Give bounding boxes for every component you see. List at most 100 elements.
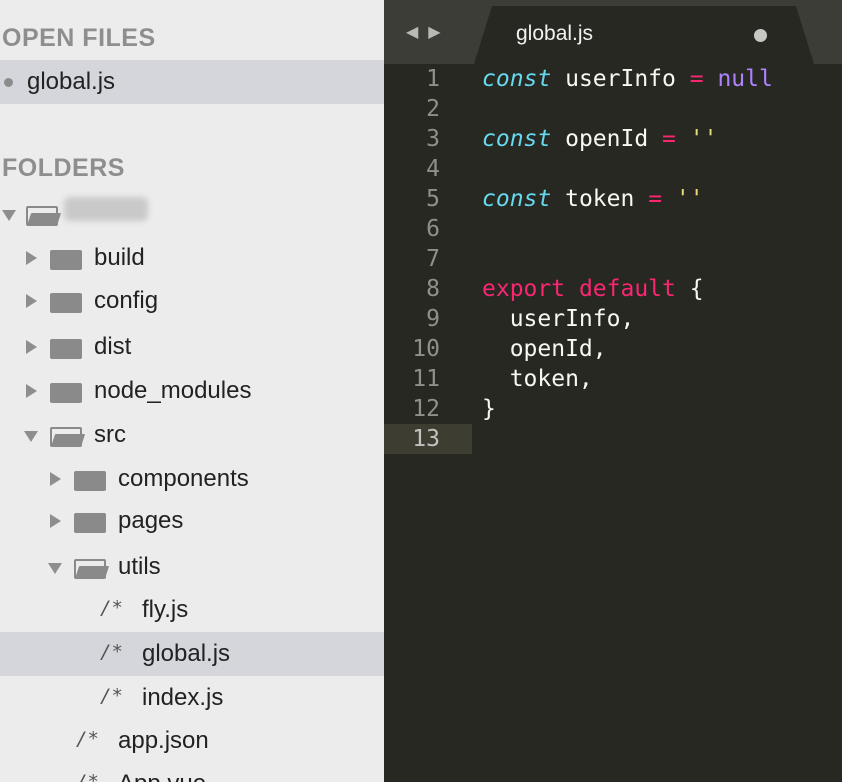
tree-folder-dist[interactable]: dist [0,325,384,369]
folder-icon [50,335,82,359]
code-text: } [482,396,496,422]
folder-open-icon [50,423,86,447]
line-number: 6 [426,216,440,242]
tree-label: App.vue [118,770,206,782]
code-line-current: 13 [384,424,842,454]
tab-label[interactable]: global.js [516,22,593,46]
open-file-label: global.js [27,68,116,95]
tree-label: pages [118,507,184,534]
tree-label: utils [118,553,161,580]
line-number: 2 [426,96,440,122]
disclosure-open-icon[interactable] [2,210,16,221]
disclosure-closed-icon[interactable] [50,514,61,528]
tree-file-app-json[interactable]: /* app.json [0,719,384,763]
disclosure-closed-icon[interactable] [26,251,37,265]
code-line: 9 userInfo, [384,304,842,334]
code-line: 5 const token = '' [384,184,842,214]
code-token: const [482,186,552,212]
tree-folder-node-modules[interactable]: node_modules [0,369,384,413]
tree-label: src [94,421,126,448]
line-number: 3 [426,126,440,152]
disclosure-open-icon[interactable] [24,431,38,442]
tree-folder-pages[interactable]: pages [0,499,384,543]
code-line: 1 const userInfo = null [384,64,842,94]
tree-label: index.js [142,684,224,711]
line-number: 13 [412,426,440,452]
code-text: openId, [482,336,607,362]
folders-title: FOLDERS [2,154,125,182]
folder-open-icon [74,555,110,579]
code-token: const [482,66,552,92]
tree-file-global[interactable]: /* global.js [0,632,384,676]
disclosure-open-icon[interactable] [48,563,62,574]
folder-icon [74,467,106,491]
code-token: default [565,276,676,302]
code-token: = [662,126,676,152]
code-token: token [551,186,649,212]
tree-label: global.js [142,640,231,667]
code-line: 11 token, [384,364,842,394]
tree-folder-root[interactable] [0,192,384,236]
code-token: { [675,276,704,302]
tree-file-app-vue[interactable]: /* App.vue [0,762,384,782]
tree-folder-build[interactable]: build [0,236,384,280]
code-line: 10 openId, [384,334,842,364]
js-file-icon: /* [100,641,123,663]
code-token: const [482,126,552,152]
disclosure-closed-icon[interactable] [50,472,61,486]
code-text: token, [482,366,593,392]
tree-folder-src[interactable]: src [0,413,384,457]
code-line: 3 const openId = '' [384,124,842,154]
folder-icon [74,509,106,533]
line-number: 8 [426,276,440,302]
disclosure-closed-icon[interactable] [26,340,37,354]
folder-icon [50,379,82,403]
code-token: '' [675,126,718,152]
tree-label: dist [94,333,132,360]
tree-file-fly[interactable]: /* fly.js [0,588,384,632]
tree-folder-config[interactable]: config [0,279,384,323]
code-line: 7 [384,244,842,274]
unsaved-dot-icon[interactable] [754,29,767,42]
line-number: 12 [412,396,440,422]
line-number: 4 [426,156,440,182]
open-file-dot-icon [4,78,13,87]
tree-folder-utils[interactable]: utils [0,545,384,589]
disclosure-closed-icon[interactable] [26,294,37,308]
json-file-icon: /* [76,728,99,750]
js-file-icon: /* [100,685,123,707]
code-line: 12 } [384,394,842,424]
js-file-icon: /* [100,597,123,619]
tree-file-index[interactable]: /* index.js [0,676,384,720]
line-number: 7 [426,246,440,272]
sidebar: OPEN FILES global.js FOLDERS build confi… [0,0,384,782]
disclosure-closed-icon[interactable] [26,384,37,398]
code-token: = [689,66,704,92]
open-file-item[interactable]: global.js [0,60,384,104]
code-token: export [482,276,566,302]
tab-nav-arrows-icon[interactable]: ◀▶ [406,22,451,42]
code-token: openId [551,126,663,152]
tree-label: fly.js [142,596,189,623]
line-number: 1 [426,66,440,92]
code-line: 6 [384,214,842,244]
open-files-title: OPEN FILES [2,24,156,52]
code-line: 4 [384,154,842,184]
tree-folder-components[interactable]: components [0,457,384,501]
tree-label: build [94,244,145,271]
code-token: userInfo [551,66,690,92]
line-number: 10 [412,336,440,362]
folder-icon [50,246,82,270]
redacted-folder-name [64,197,148,221]
tree-label: config [94,287,159,314]
code-token: null [703,66,773,92]
vue-file-icon: /* [76,771,99,782]
line-number: 11 [412,366,440,392]
code-text: userInfo, [482,306,635,332]
line-number: 9 [426,306,440,332]
code-token: '' [662,186,704,212]
code-line: 2 [384,94,842,124]
tree-label: components [118,465,249,492]
code-token: = [648,186,663,212]
folder-open-icon [26,202,62,226]
